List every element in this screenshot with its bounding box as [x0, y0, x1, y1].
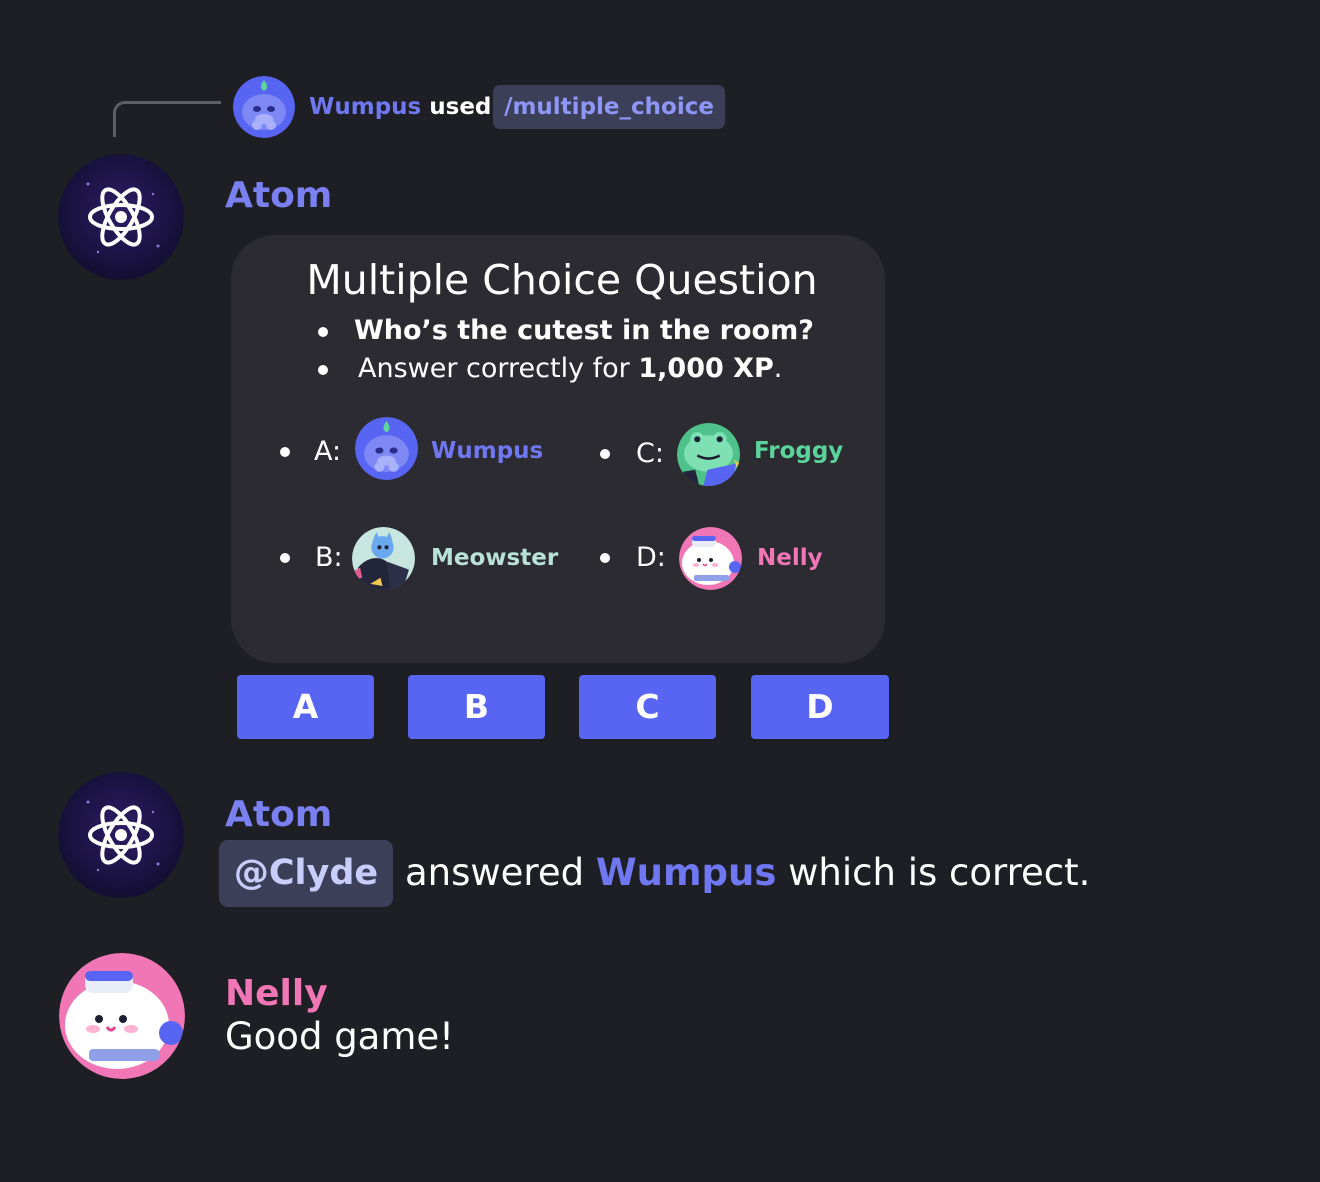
option-a-label: A:: [314, 436, 342, 467]
option-c-label: C:: [636, 438, 664, 469]
option-b-label: B:: [315, 542, 343, 573]
bullet: [600, 449, 610, 459]
message-author[interactable]: Atom: [225, 797, 332, 833]
question-text: Who’s the cutest in the room?: [354, 315, 814, 346]
atom-icon[interactable]: [58, 772, 184, 898]
reply-connector: [113, 101, 221, 137]
option-a-name[interactable]: Wumpus: [431, 437, 543, 465]
reply-verb: used: [429, 94, 492, 120]
bullet: [318, 365, 328, 375]
wumpus-avatar-icon[interactable]: [233, 76, 295, 138]
prompt-value: 1,000 XP: [638, 353, 774, 384]
message-author[interactable]: Nelly: [225, 976, 328, 1012]
bullet: [280, 553, 290, 563]
option-c-name[interactable]: Froggy: [754, 437, 843, 465]
option-d-label: D:: [636, 542, 666, 573]
froggy-avatar-icon[interactable]: [677, 423, 740, 486]
bullet: [600, 553, 610, 563]
prompt-prefix: Answer correctly for: [358, 353, 630, 384]
answer-button-b[interactable]: B: [408, 675, 545, 739]
answer-button-c[interactable]: C: [579, 675, 716, 739]
bullet: [318, 327, 328, 337]
answer-button-a[interactable]: A: [237, 675, 374, 739]
bullet: [280, 447, 290, 457]
message-author[interactable]: Atom: [225, 178, 332, 214]
message-content: answered Wumpus which is correct.: [405, 851, 1090, 895]
message-highlight: Wumpus: [595, 851, 777, 894]
message-content: Good game!: [225, 1015, 454, 1058]
answer-button-d[interactable]: D: [751, 675, 889, 739]
slash-command-pill[interactable]: /multiple_choice: [493, 85, 725, 129]
reply-username[interactable]: Wumpus: [309, 94, 421, 120]
nelly-avatar-icon[interactable]: [59, 953, 185, 1079]
user-mention[interactable]: @Clyde: [219, 840, 393, 907]
wumpus-avatar-icon[interactable]: [355, 417, 418, 480]
option-d-name[interactable]: Nelly: [757, 544, 823, 572]
message-text-after: which is correct.: [788, 851, 1091, 894]
prompt-line: Answer correctly for 1,000 XP.: [358, 353, 782, 385]
reply-text: Wumpus used: [309, 93, 491, 121]
prompt-suffix: .: [773, 353, 783, 384]
card-title: Multiple Choice Question: [306, 256, 818, 304]
message-text-before: answered: [405, 851, 585, 894]
nelly-avatar-icon[interactable]: [679, 527, 742, 590]
option-b-name[interactable]: Meowster: [431, 544, 558, 572]
meowster-avatar-icon[interactable]: [352, 527, 415, 590]
